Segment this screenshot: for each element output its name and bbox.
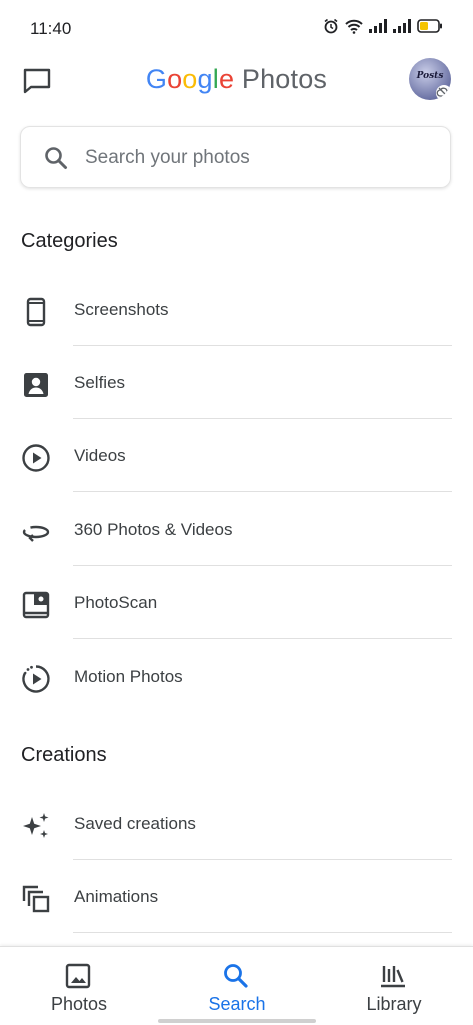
library-icon [381, 966, 405, 988]
battery-icon [417, 19, 442, 33]
alarm-icon [324, 18, 338, 34]
selfie-icon [24, 373, 48, 397]
divider [73, 491, 452, 492]
app-title: Google Photos [0, 64, 473, 95]
nav-label: Search [208, 994, 266, 1014]
bottom-navigation: Photos Search Library [0, 946, 473, 1025]
divider [73, 932, 452, 933]
creation-label: Animations [74, 887, 159, 906]
logo-letter: g [197, 64, 213, 94]
categories-title: Categories [21, 230, 118, 252]
photoscan-icon [22, 591, 50, 619]
nav-label: Library [366, 994, 422, 1014]
category-label: PhotoScan [74, 593, 158, 612]
search-icon [45, 147, 67, 169]
search-input[interactable]: Search your photos [20, 126, 451, 188]
motion-photo-icon [22, 665, 50, 693]
phone-icon [26, 297, 46, 327]
search-icon [224, 964, 248, 988]
logo-letter: o [182, 64, 198, 94]
top-app-bar: Google Photos Posts [0, 56, 473, 108]
account-avatar[interactable]: Posts [409, 58, 451, 100]
animation-icon [22, 885, 50, 913]
creations-title: Creations [21, 744, 107, 766]
creation-label: Saved creations [74, 814, 196, 833]
creation-item-animations[interactable]: Animations [0, 860, 473, 933]
status-time: 11:40 [30, 19, 72, 38]
nav-search[interactable]: Search [158, 947, 316, 1025]
category-label: Videos [74, 446, 126, 465]
360-icon [22, 525, 50, 542]
category-item-videos[interactable]: Videos [0, 419, 473, 492]
category-item-motion-photos[interactable]: Motion Photos [0, 640, 473, 713]
category-item-selfies[interactable]: Selfies [0, 346, 473, 419]
signal-icon [393, 19, 411, 33]
category-label: Selfies [74, 373, 126, 392]
category-item-photoscan[interactable]: PhotoScan [0, 566, 473, 639]
category-label: 360 Photos & Videos [74, 520, 233, 539]
logo-letter: e [218, 64, 235, 94]
nav-library[interactable]: Library [315, 947, 473, 1025]
category-item-screenshots[interactable]: Screenshots [0, 273, 473, 346]
sparkle-icon [23, 813, 49, 838]
logo-letter: G [145, 64, 168, 94]
home-indicator[interactable] [158, 1019, 316, 1023]
status-bar: 11:40 [0, 0, 473, 56]
category-label: Motion Photos [74, 667, 183, 686]
search-placeholder: Search your photos [85, 147, 250, 168]
nav-label: Photos [50, 994, 108, 1014]
divider [73, 638, 452, 639]
signal-icon [369, 19, 387, 33]
creation-item-saved-creations[interactable]: Saved creations [0, 787, 473, 860]
wifi-icon [345, 19, 363, 34]
category-label: Screenshots [74, 300, 169, 319]
avatar-text: Posts [416, 71, 444, 81]
nav-photos[interactable]: Photos [0, 947, 158, 1025]
play-circle-icon [22, 444, 50, 472]
photo-icon [65, 963, 91, 989]
status-icons [323, 18, 443, 34]
backup-off-icon [436, 85, 451, 100]
category-item-360-photos-videos[interactable]: 360 Photos & Videos [0, 493, 473, 566]
logo-letter: o [167, 64, 183, 94]
app-title-photos: Photos [241, 64, 328, 94]
